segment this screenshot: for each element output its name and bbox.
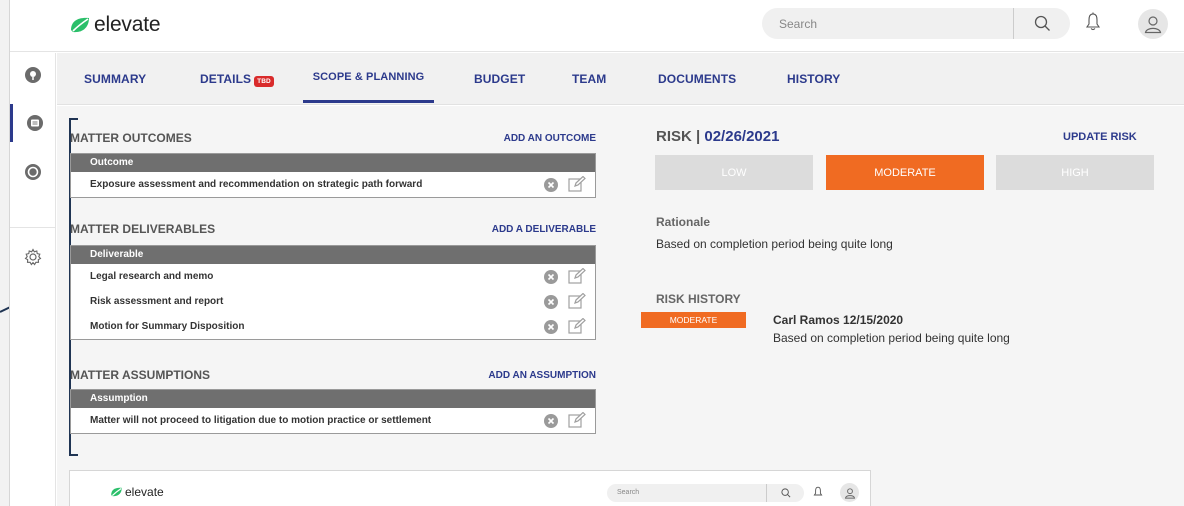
user-icon (844, 487, 855, 499)
mini-logo: elevate (110, 485, 164, 499)
row-text: Legal research and memo (90, 271, 214, 282)
top-header: elevate (10, 0, 1184, 52)
mini-header-preview: elevate Search (69, 470, 871, 506)
rationale-text: Based on completion period being quite l… (656, 237, 893, 251)
row-text: Exposure assessment and recommendation o… (90, 179, 423, 190)
tab-history[interactable]: HISTORY (787, 53, 840, 105)
rail-item-location[interactable] (10, 56, 56, 94)
table-row: Motion for Summary Disposition (71, 314, 595, 339)
gear-icon (24, 248, 42, 266)
rail-divider (10, 227, 56, 228)
add-outcome-link[interactable]: ADD AN OUTCOME (504, 133, 596, 144)
mini-user-avatar (840, 483, 859, 502)
table-header: Deliverable (71, 246, 595, 264)
outcomes-header: MATTER OUTCOMES ADD AN OUTCOME (70, 131, 596, 145)
section-title: MATTER ASSUMPTIONS (70, 368, 210, 382)
target-icon (25, 164, 41, 180)
table-row: Exposure assessment and recommendation o… (71, 172, 595, 197)
mini-logo-text: elevate (125, 485, 164, 499)
bell-icon[interactable] (1085, 12, 1101, 32)
main-content: MATTER OUTCOMES ADD AN OUTCOME Outcome E… (57, 106, 1184, 506)
elevate-leaf-icon (111, 487, 122, 497)
tab-details[interactable]: DETAILS TBD (200, 53, 274, 105)
edit-icon[interactable] (568, 412, 586, 429)
section-title: MATTER OUTCOMES (70, 131, 192, 145)
remove-icon[interactable] (543, 413, 559, 429)
rail-item-documents[interactable] (10, 104, 56, 142)
edit-icon[interactable] (568, 176, 586, 193)
row-text: Risk assessment and report (90, 296, 224, 307)
history-author: Carl Ramos 12/15/2020 (773, 313, 904, 327)
risk-level-low[interactable]: LOW (655, 155, 813, 190)
rail-item-settings[interactable] (10, 238, 56, 276)
table-row: Risk assessment and report (71, 289, 595, 314)
row-text: Motion for Summary Disposition (90, 321, 245, 332)
search-icon (780, 488, 790, 498)
elevate-leaf-icon (71, 17, 89, 33)
tab-documents[interactable]: DOCUMENTS (658, 53, 736, 105)
risk-history-label: RISK HISTORY (656, 292, 741, 306)
mini-search-button (766, 484, 804, 502)
location-icon (25, 67, 41, 83)
add-assumption-link[interactable]: ADD AN ASSUMPTION (488, 370, 596, 381)
update-risk-link[interactable]: UPDATE RISK (1063, 131, 1137, 143)
search-icon (1034, 15, 1050, 31)
tab-budget[interactable]: BUDGET (474, 53, 525, 105)
tab-team[interactable]: TEAM (572, 53, 606, 105)
edit-icon[interactable] (568, 318, 586, 335)
table-row: Legal research and memo (71, 264, 595, 289)
remove-icon[interactable] (543, 177, 559, 193)
assumptions-header: MATTER ASSUMPTIONS ADD AN ASSUMPTION (70, 368, 596, 382)
elevate-logo[interactable]: elevate (69, 13, 161, 37)
tab-summary[interactable]: SUMMARY (84, 53, 146, 105)
tbd-badge: TBD (254, 75, 274, 87)
deliverables-header: MATTER DELIVERABLES ADD A DELIVERABLE (70, 222, 596, 236)
row-text: Matter will not proceed to litigation du… (90, 415, 432, 426)
tab-scope-planning[interactable]: SCOPE & PLANNING (303, 53, 434, 103)
rationale-label: Rationale (656, 215, 711, 229)
history-level-badge: MODERATE (641, 312, 746, 328)
logo-text: elevate (94, 13, 161, 36)
rail-item-target[interactable] (10, 153, 56, 191)
risk-date: 02/26/2021 (704, 128, 780, 145)
deliverables-table: Deliverable Legal research and memo Risk… (70, 245, 596, 340)
remove-icon[interactable] (543, 269, 559, 285)
user-icon (1144, 16, 1162, 34)
user-avatar[interactable] (1138, 9, 1168, 39)
edit-icon[interactable] (568, 268, 586, 285)
outcomes-table: Outcome Exposure assessment and recommen… (70, 153, 596, 198)
left-rail (10, 53, 56, 506)
table-header: Assumption (71, 390, 595, 408)
search-button[interactable] (1013, 8, 1071, 39)
remove-icon[interactable] (543, 294, 559, 310)
add-deliverable-link[interactable]: ADD A DELIVERABLE (492, 224, 596, 235)
bell-icon (813, 486, 823, 496)
risk-title: RISK | 02/26/2021 (656, 128, 780, 145)
edit-icon[interactable] (568, 293, 586, 310)
table-header: Outcome (71, 154, 595, 172)
risk-level-high[interactable]: HIGH (996, 155, 1154, 190)
history-text: Based on completion period being quite l… (773, 331, 1010, 345)
document-icon (26, 115, 43, 131)
section-title: MATTER DELIVERABLES (70, 222, 216, 236)
risk-level-moderate[interactable]: MODERATE (826, 155, 984, 190)
remove-icon[interactable] (543, 319, 559, 335)
tab-bar: SUMMARY DETAILS TBD SCOPE & PLANNING BUDG… (57, 53, 1184, 105)
assumptions-table: Assumption Matter will not proceed to li… (70, 389, 596, 434)
app-window: elevate Search SUMMARY DETAILS TBD SCOPE… (9, 0, 1184, 506)
table-row: Matter will not proceed to litigation du… (71, 408, 595, 433)
